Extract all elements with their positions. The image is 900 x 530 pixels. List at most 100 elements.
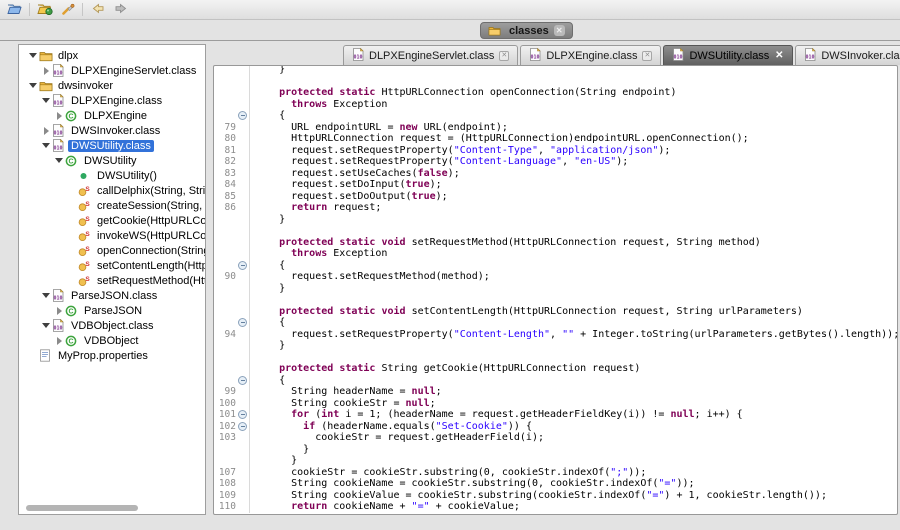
tree-item[interactable]: dlpx: [19, 48, 205, 63]
scrollbar-thumb[interactable]: [26, 505, 138, 511]
tree-item[interactable]: CDWSUtility: [19, 153, 205, 168]
line-number: 82: [214, 156, 236, 168]
tree-item[interactable]: 010DLPXEngineServlet.class: [19, 63, 205, 78]
tree-item[interactable]: CVDBObject: [19, 333, 205, 348]
fold-marker[interactable]: [236, 260, 249, 272]
line-number: 100: [214, 398, 236, 410]
code-text: request.setDoInput(true);: [249, 179, 897, 191]
tree-item[interactable]: SsetRequestMethod(Http: [19, 273, 205, 288]
collapse-icon[interactable]: [238, 111, 247, 120]
svg-text:010: 010: [53, 101, 62, 107]
line-number: 102: [214, 421, 236, 433]
tree-item[interactable]: 010DWSUtility.class: [19, 138, 205, 153]
fold-marker[interactable]: [236, 110, 249, 122]
chevron-right-icon[interactable]: [53, 337, 65, 345]
code-text: for (int i = 1; (headerName = request.ge…: [249, 409, 897, 421]
jar-tab-classes[interactable]: classes ✕: [480, 22, 573, 39]
classfile-icon: 010: [52, 139, 68, 152]
close-icon[interactable]: ✕: [554, 25, 565, 36]
editor-tab[interactable]: 010DLPXEngineServlet.class✕: [343, 45, 518, 65]
chevron-down-icon[interactable]: [27, 83, 39, 88]
package-tree-panel[interactable]: dlpx010DLPXEngineServlet.classdwsinvoker…: [18, 44, 206, 515]
folder-icon: [488, 24, 504, 37]
tree-item[interactable]: SgetCookie(HttpURLCon: [19, 213, 205, 228]
tree-item[interactable]: 010VDBObject.class: [19, 318, 205, 333]
code-text: String cookieValue = cookieStr.substring…: [249, 490, 897, 502]
collapse-icon[interactable]: [238, 261, 247, 270]
open-type-button[interactable]: [33, 1, 56, 18]
fold-gutter: [236, 398, 249, 410]
classfile-icon: 010: [672, 48, 684, 64]
tree-item[interactable]: MyProp.properties: [19, 348, 205, 363]
collapse-icon[interactable]: [238, 422, 247, 431]
tree-item[interactable]: dwsinvoker: [19, 78, 205, 93]
horizontal-scrollbar[interactable]: [22, 504, 202, 512]
tree-item-label: DLPXEngine.class: [68, 95, 165, 107]
code-line: }: [214, 214, 897, 226]
tree-item[interactable]: CParseJSON: [19, 303, 205, 318]
code-line: protected static HttpURLConnection openC…: [214, 87, 897, 99]
fold-marker[interactable]: [236, 409, 249, 421]
static-method-icon: S: [78, 229, 94, 242]
chevron-down-icon[interactable]: [40, 323, 52, 328]
collapse-icon[interactable]: [238, 410, 247, 419]
back-button[interactable]: [86, 1, 109, 18]
chevron-down-icon[interactable]: [40, 293, 52, 298]
chevron-down-icon[interactable]: [53, 158, 65, 163]
editor-tab-label: DLPXEngineServlet.class: [369, 50, 494, 62]
fold-gutter: [236, 248, 249, 260]
line-number: 107: [214, 467, 236, 479]
class-icon: C: [65, 154, 81, 167]
tree-item[interactable]: SopenConnection(String: [19, 243, 205, 258]
fold-gutter: [236, 340, 249, 352]
code-text: request.setRequestMethod(method);: [249, 271, 897, 283]
chevron-right-icon[interactable]: [40, 67, 52, 75]
tree-item[interactable]: 010 ParseJSON.class: [19, 288, 205, 303]
class-icon: C: [65, 334, 81, 347]
code-line: [214, 225, 897, 237]
code-line: 83 request.setUseCaches(false);: [214, 168, 897, 180]
folder-icon: [39, 79, 55, 92]
close-icon[interactable]: ✕: [642, 51, 652, 61]
close-icon[interactable]: ✕: [499, 51, 509, 61]
svg-text:S: S: [85, 276, 90, 283]
svg-text:S: S: [85, 201, 90, 208]
tree-item[interactable]: SinvokeWS(HttpURLConn: [19, 228, 205, 243]
fold-marker[interactable]: [236, 375, 249, 387]
line-number: [214, 352, 236, 364]
collapse-icon[interactable]: [238, 376, 247, 385]
editor-tab[interactable]: 010DWSInvoker.class✕: [795, 45, 900, 65]
chevron-down-icon[interactable]: [27, 53, 39, 58]
chevron-right-icon[interactable]: [53, 112, 65, 120]
svg-text:S: S: [85, 231, 90, 238]
tree-item-label: ParseJSON.class: [68, 290, 160, 302]
close-icon[interactable]: ✕: [774, 51, 784, 61]
forward-button[interactable]: [109, 1, 132, 18]
tree-item[interactable]: 010 DLPXEngine.class: [19, 93, 205, 108]
fold-marker[interactable]: [236, 421, 249, 433]
tree-item[interactable]: ScallDelphix(String, Strin: [19, 183, 205, 198]
code-line: 79 URL endpointURL = new URL(endpoint);: [214, 122, 897, 134]
line-number: [214, 260, 236, 272]
code-editor[interactable]: } protected static HttpURLConnection ope…: [213, 65, 898, 515]
tree-item[interactable]: 010DWSInvoker.class: [19, 123, 205, 138]
chevron-right-icon[interactable]: [53, 307, 65, 315]
search-button[interactable]: [56, 1, 79, 18]
chevron-down-icon[interactable]: [40, 98, 52, 103]
tree-item[interactable]: ScreateSession(String, St: [19, 198, 205, 213]
fold-marker[interactable]: [236, 317, 249, 329]
tree-item[interactable]: SsetContentLength(Http: [19, 258, 205, 273]
line-number: [214, 455, 236, 467]
tree-item[interactable]: DWSUtility(): [19, 168, 205, 183]
tree-item[interactable]: CDLPXEngine: [19, 108, 205, 123]
collapse-icon[interactable]: [238, 318, 247, 327]
chevron-down-icon[interactable]: [40, 143, 52, 148]
editor-tab[interactable]: 010DLPXEngine.class✕: [520, 45, 661, 65]
svg-text:010: 010: [53, 296, 62, 302]
code-line: }: [214, 444, 897, 456]
tree-item-label: createSession(String, St: [94, 200, 205, 212]
open-file-button[interactable]: [3, 1, 26, 18]
chevron-right-icon[interactable]: [40, 127, 52, 135]
code-line: 94 request.setRequestProperty("Content-L…: [214, 329, 897, 341]
editor-tab[interactable]: 010DWSUtility.class✕: [663, 45, 793, 65]
